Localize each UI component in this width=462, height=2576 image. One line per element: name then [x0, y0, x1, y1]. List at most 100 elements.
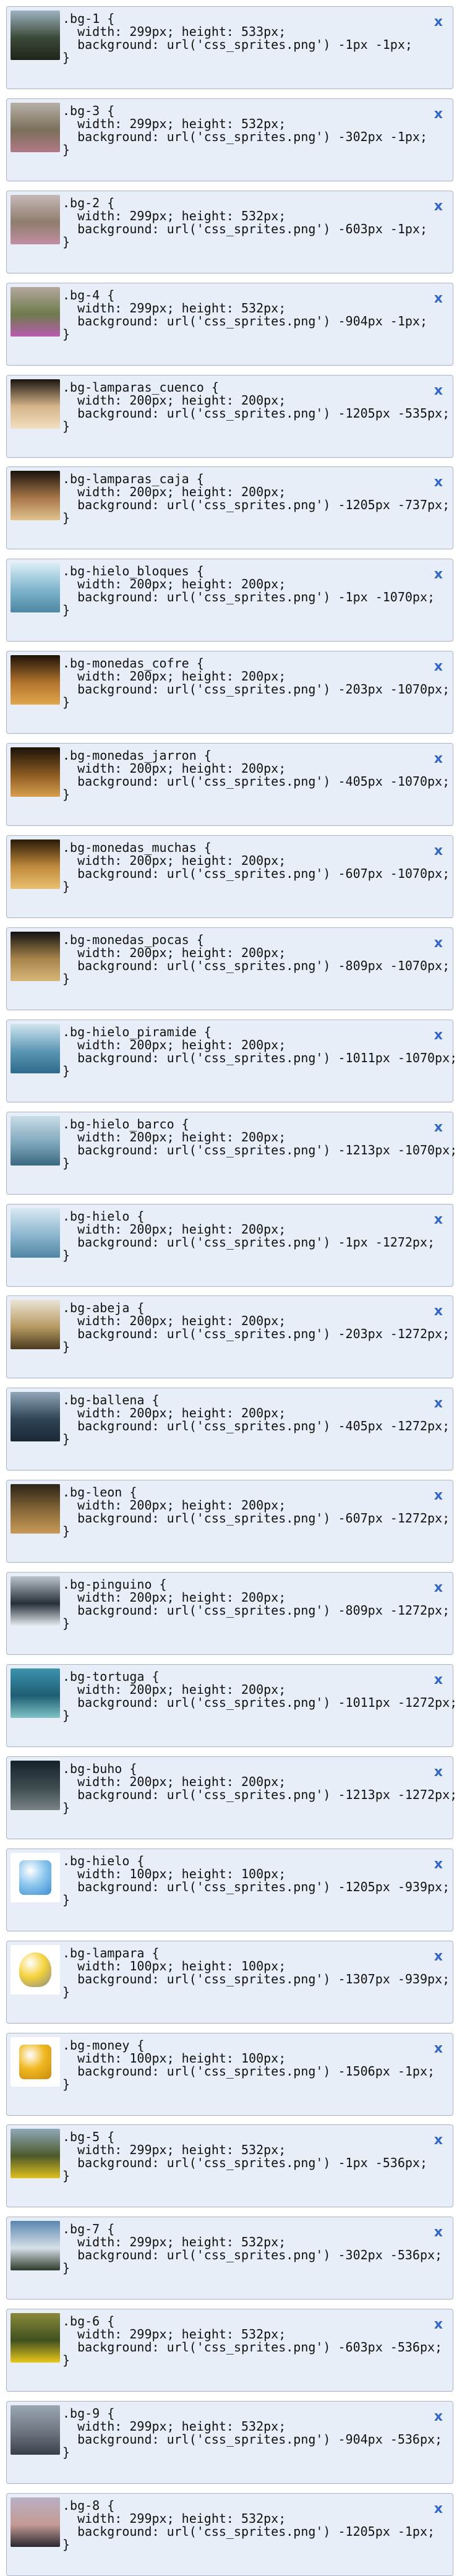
css-rule-line1: width: 299px; height: 532px;: [62, 2327, 286, 2342]
sprite-class-card: .bg-hielo_bloques { width: 200px; height…: [6, 559, 453, 642]
sprite-class-card: .bg-7 { width: 299px; height: 532px; bac…: [6, 2217, 453, 2300]
remove-button[interactable]: x: [434, 1580, 443, 1595]
remove-button[interactable]: x: [434, 474, 443, 490]
remove-button[interactable]: x: [434, 1764, 443, 1780]
remove-button[interactable]: x: [434, 1028, 443, 1043]
remove-button[interactable]: x: [434, 1303, 443, 1319]
css-rule-line1: width: 200px; height: 200px;: [62, 1590, 286, 1605]
foggy-landscape-thumbnail: [11, 2405, 60, 2455]
sprite-class-card: .bg-lampara { width: 100px; height: 100p…: [6, 1940, 453, 2024]
css-rule-close: }: [62, 1155, 71, 1170]
css-rule-line2: background: url('css_sprites.png') -607p…: [62, 1511, 450, 1526]
css-rule-line2: background: url('css_sprites.png') -1205…: [62, 2524, 435, 2540]
penguin-thumbnail: [11, 1576, 60, 1626]
remove-button[interactable]: x: [434, 1488, 443, 1503]
coin-stack-icon-thumbnail: [11, 2037, 60, 2087]
remove-button[interactable]: x: [434, 567, 443, 582]
css-rule-code: .bg-ballena { width: 200px; height: 200p…: [62, 1394, 450, 1446]
remove-button[interactable]: x: [434, 2317, 443, 2332]
css-rule-selector: .bg-pinguino {: [62, 1577, 167, 1592]
lion-thumbnail: [11, 1484, 60, 1534]
remove-button[interactable]: x: [434, 1857, 443, 1872]
sprite-class-card: .bg-pinguino { width: 200px; height: 200…: [6, 1572, 453, 1655]
ice-cube-thumbnail: [11, 1208, 60, 1258]
remove-button[interactable]: x: [434, 199, 443, 214]
css-rule-line1: width: 200px; height: 200px;: [62, 853, 286, 869]
css-rule-selector: .bg-hielo_barco {: [62, 1116, 189, 1131]
css-rule-code: .bg-8 { width: 299px; height: 532px; bac…: [62, 2499, 435, 2551]
css-rule-line2: background: url('css_sprites.png') -203p…: [62, 682, 450, 697]
css-rule-code: .bg-5 { width: 299px; height: 532px; bac…: [62, 2131, 427, 2183]
css-rule-code: .bg-hielo_barco { width: 200px; height: …: [62, 1116, 458, 1170]
css-rule-selector: .bg-monedas_pocas {: [62, 932, 204, 947]
css-rule-line1: width: 100px; height: 100px;: [62, 1958, 286, 1973]
ice-boat-thumbnail: [11, 1115, 60, 1166]
css-rule-code: .bg-pinguino { width: 200px; height: 200…: [62, 1578, 450, 1630]
css-rule-selector: .bg-lamparas_cuenco {: [62, 379, 219, 395]
yellow-flowers-thumbnail: [11, 2313, 60, 2363]
remove-button[interactable]: x: [434, 106, 443, 122]
ice-blocks-thumbnail: [11, 563, 60, 613]
remove-button[interactable]: x: [434, 1672, 443, 1688]
css-rule-code: .bg-monedas_muchas { width: 200px; heigh…: [62, 841, 450, 893]
css-rule-line1: width: 200px; height: 200px;: [62, 1129, 286, 1144]
css-rule-line2: background: url('css_sprites.png') -603p…: [62, 221, 428, 236]
css-rule-selector: .bg-lamparas_caja {: [62, 471, 204, 487]
remove-button[interactable]: x: [434, 14, 443, 30]
sprite-class-card: .bg-2 { width: 299px; height: 532px; bac…: [6, 190, 453, 273]
css-rule-code: .bg-leon { width: 200px; height: 200px; …: [62, 1486, 450, 1538]
ice-cube-icon-thumbnail: [11, 1852, 60, 1902]
remove-button[interactable]: x: [434, 2501, 443, 2517]
sprite-class-card: .bg-monedas_muchas { width: 200px; heigh…: [6, 835, 453, 919]
css-rule-close: }: [62, 971, 71, 986]
css-rule-close: }: [62, 510, 71, 526]
css-rule-code: .bg-abeja { width: 200px; height: 200px;…: [62, 1302, 450, 1354]
css-rule-close: }: [62, 1524, 71, 1539]
css-rule-close: }: [62, 2076, 71, 2092]
css-rule-line2: background: url('css_sprites.png') -1213…: [62, 1142, 458, 1157]
remove-button[interactable]: x: [434, 935, 443, 951]
css-rule-close: }: [62, 1063, 71, 1078]
sprite-class-card: .bg-money { width: 100px; height: 100px;…: [6, 2032, 453, 2116]
remove-button[interactable]: x: [434, 2041, 443, 2056]
css-rule-line2: background: url('css_sprites.png') -1307…: [62, 1971, 450, 1986]
css-rule-selector: .bg-ballena {: [62, 1393, 160, 1408]
css-rule-selector: .bg-1 {: [62, 11, 115, 26]
css-rule-line1: width: 299px; height: 532px;: [62, 300, 286, 316]
css-rule-close: }: [62, 1247, 71, 1263]
css-rule-close: }: [62, 326, 71, 341]
remove-button[interactable]: x: [434, 383, 443, 398]
sprite-class-card: .bg-buho { width: 200px; height: 200px; …: [6, 1756, 457, 1839]
remove-button[interactable]: x: [434, 2225, 443, 2240]
remove-button[interactable]: x: [434, 1396, 443, 1411]
remove-button[interactable]: x: [434, 2132, 443, 2148]
css-rule-selector: .bg-tortuga {: [62, 1669, 160, 1685]
css-rule-line1: width: 200px; height: 200px;: [62, 1037, 286, 1052]
remove-button[interactable]: x: [434, 659, 443, 674]
css-rule-close: }: [62, 1892, 71, 1907]
css-rule-code: .bg-4 { width: 299px; height: 532px; bac…: [62, 288, 427, 341]
css-rule-close: }: [62, 142, 71, 157]
remove-button[interactable]: x: [434, 751, 443, 766]
thistle-flower-thumbnail: [11, 286, 60, 337]
sprite-class-card: .bg-6 { width: 299px; height: 532px; bac…: [6, 2309, 453, 2392]
remove-button[interactable]: x: [434, 2409, 443, 2424]
coins-jar-thumbnail: [11, 747, 60, 797]
css-rule-close: }: [62, 50, 71, 65]
css-rule-selector: .bg-hielo_piramide {: [62, 1024, 212, 1039]
remove-button[interactable]: x: [434, 1949, 443, 1964]
css-rule-line2: background: url('css_sprites.png') -809p…: [62, 958, 450, 973]
css-rule-selector: .bg-8 {: [62, 2498, 115, 2514]
css-rule-line2: background: url('css_sprites.png') -809p…: [62, 1603, 450, 1618]
remove-button[interactable]: x: [434, 291, 443, 306]
sprite-class-card: .bg-monedas_pocas { width: 200px; height…: [6, 927, 453, 1010]
many-coins-thumbnail: [11, 839, 60, 890]
sprite-class-card: .bg-hielo { width: 200px; height: 200px;…: [6, 1203, 453, 1287]
css-rule-line1: width: 299px; height: 533px;: [62, 24, 286, 39]
remove-button[interactable]: x: [434, 1212, 443, 1227]
remove-button[interactable]: x: [434, 843, 443, 859]
css-rule-selector: .bg-6 {: [62, 2314, 115, 2329]
css-rule-close: }: [62, 1984, 71, 1999]
remove-button[interactable]: x: [434, 1120, 443, 1135]
css-rule-code: .bg-hielo_bloques { width: 200px; height…: [62, 565, 435, 617]
